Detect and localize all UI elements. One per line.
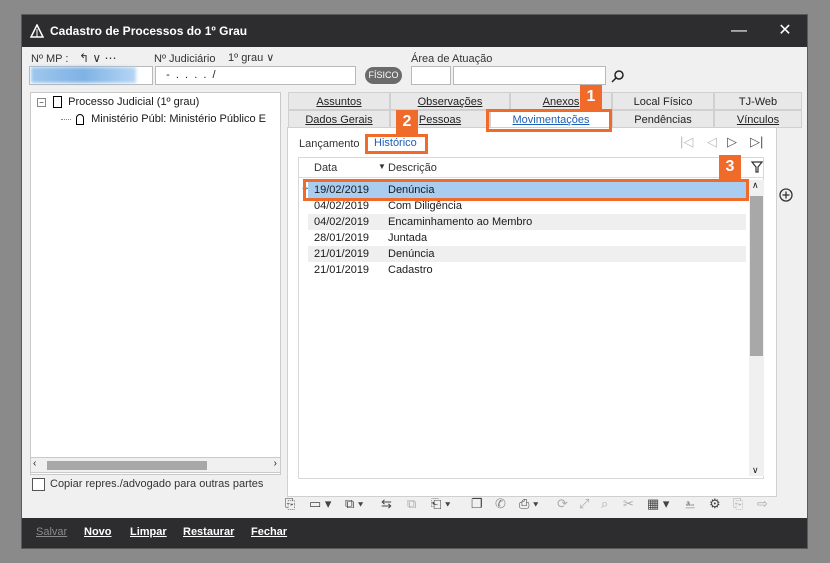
window-title: Cadastro de Processos do 1º Grau: [50, 24, 248, 38]
search-doc-icon[interactable]: ⌕: [601, 496, 608, 512]
grau-select[interactable]: 1º grau ∨: [228, 51, 274, 64]
row-desc: Denúncia: [388, 248, 435, 260]
tab-tj-web[interactable]: TJ-Web: [714, 92, 802, 110]
row-date: 21/01/2019: [314, 248, 370, 260]
search-icon[interactable]: [611, 69, 625, 83]
forward-icon[interactable]: ⇨: [757, 496, 768, 512]
row-desc: Juntada: [388, 232, 428, 244]
action-toolbar: ⎘ ▭ ▾ ⧉ ▾ ⇆ ⧉ ⎗ ▾ ❐ ✆ ⎙ ▾ ⟳ ⤢ ⌕ ✂ ▦ ▾ ⎁ …: [285, 496, 785, 518]
tab-dados-gerais[interactable]: Dados Gerais: [288, 110, 390, 128]
grid-header: Data ▼ Descrição: [299, 158, 763, 178]
scroll-up-icon[interactable]: ∧: [752, 180, 759, 191]
title-bar: Cadastro de Processos do 1º Grau — ✕: [22, 15, 807, 47]
move-icon[interactable]: ⇆: [381, 496, 392, 512]
copy-repres-label: Copiar repres./advogado para outras part…: [50, 478, 264, 490]
tree-root-label: Processo Judicial (1º grau): [68, 96, 200, 108]
bottom-action-bar: Salvar Novo Limpar Restaurar Fechar: [22, 518, 807, 548]
novo-button[interactable]: Novo: [84, 526, 112, 538]
tree-root-node[interactable]: − Processo Judicial (1º grau): [37, 96, 200, 109]
add-page-icon[interactable]: ⎘: [733, 496, 743, 512]
copy-repres-checkbox[interactable]: [32, 478, 45, 491]
tree-connector: [61, 118, 71, 120]
fisico-badge[interactable]: FÍSICO: [365, 67, 402, 84]
sort-desc-icon: ▼: [378, 162, 386, 171]
area-label: Área de Atuação: [411, 53, 493, 65]
minimize-button[interactable]: —: [724, 19, 754, 43]
scroll-thumb[interactable]: [47, 461, 207, 470]
col-data[interactable]: Data: [314, 162, 337, 174]
row-date: 28/01/2019: [314, 232, 370, 244]
table-row[interactable]: 21/01/2019 Cadastro: [308, 262, 746, 278]
process-window: Cadastro de Processos do 1º Grau — ✕ Nº …: [21, 14, 808, 549]
tab-local-fisico[interactable]: Local Físico: [612, 92, 714, 110]
tree-child-node[interactable]: Ministério Públ: Ministério Público E: [61, 113, 266, 125]
attach-icon[interactable]: ✂: [623, 496, 634, 512]
nmp-label: Nº MP :: [31, 53, 69, 65]
nmp-blurred-value: [31, 67, 136, 83]
table-row[interactable]: 21/01/2019 Denúncia: [308, 246, 746, 262]
scroll-right-icon[interactable]: ›: [274, 458, 277, 469]
app-logo-icon: [30, 24, 44, 38]
callout-1-badge: 1: [580, 85, 602, 109]
row-date: 04/02/2019: [314, 216, 370, 228]
callout-2-badge: 2: [396, 110, 418, 134]
sync-icon[interactable]: ⟳: [557, 496, 568, 512]
row-desc: Cadastro: [388, 264, 433, 276]
text-doc-icon[interactable]: ⎁: [685, 496, 695, 512]
limpar-button[interactable]: Limpar: [130, 526, 167, 538]
callout-2-box: [365, 134, 428, 154]
area-code-input[interactable]: [411, 66, 451, 85]
tab-vinculos[interactable]: Vínculos: [714, 110, 802, 128]
grid-vertical-scrollbar[interactable]: ∧ ∨: [749, 180, 764, 476]
row-desc: Encaminhamento ao Membro: [388, 216, 533, 228]
process-tree: − Processo Judicial (1º grau) Ministério…: [30, 92, 281, 475]
fechar-button[interactable]: Fechar: [251, 526, 287, 538]
collapse-icon[interactable]: −: [37, 97, 46, 107]
tab-assuntos[interactable]: Assuntos: [288, 92, 390, 110]
calendar-dropdown-icon[interactable]: ▦ ▾: [647, 496, 669, 512]
scroll-thumb[interactable]: [750, 196, 763, 356]
expand-icon[interactable]: ⤢: [579, 496, 589, 512]
next-record-icon[interactable]: ▷: [727, 134, 737, 150]
print-dropdown-icon[interactable]: ⎙ ▾: [519, 496, 538, 512]
duplicate-icon[interactable]: ❐: [471, 496, 483, 512]
document-icon: [53, 96, 63, 109]
area-name-input[interactable]: [453, 66, 606, 85]
judiciario-label: Nº Judiciário: [154, 53, 216, 65]
nmp-controls[interactable]: ↰ ∨ ⋯: [79, 51, 117, 65]
window-dropdown-icon[interactable]: ▭ ▾: [309, 496, 331, 512]
callout-3-badge: 3: [719, 155, 741, 179]
scroll-left-icon[interactable]: ‹: [33, 458, 36, 469]
last-record-icon[interactable]: ▷|: [750, 134, 763, 150]
restaurar-button[interactable]: Restaurar: [183, 526, 234, 538]
col-descricao[interactable]: Descrição: [388, 162, 437, 174]
filter-icon[interactable]: [751, 161, 764, 174]
add-circle-icon[interactable]: [779, 188, 793, 202]
settings-doc-icon[interactable]: ⚙: [709, 496, 721, 512]
close-button[interactable]: ✕: [770, 19, 800, 43]
export-dropdown-icon[interactable]: ⎗ ▾: [431, 496, 450, 512]
callout-1-box: [486, 109, 612, 132]
salvar-button[interactable]: Salvar: [36, 526, 67, 538]
subtab-lancamento[interactable]: Lançamento: [299, 138, 360, 150]
callout-3-box: [303, 179, 749, 201]
scroll-down-icon[interactable]: ∨: [752, 465, 759, 476]
judiciario-input[interactable]: - . . . . /: [155, 66, 356, 85]
tree-horizontal-scrollbar[interactable]: ‹ ›: [30, 457, 281, 473]
tree-dropdown-icon[interactable]: ⧉ ▾: [345, 496, 363, 512]
table-row[interactable]: 04/02/2019 Encaminhamento ao Membro: [308, 214, 746, 230]
copy-tree-icon[interactable]: ⧉: [407, 496, 416, 512]
tab-observacoes[interactable]: Observações: [390, 92, 510, 110]
person-icon: [76, 113, 85, 125]
tab-pendencias[interactable]: Pendências: [612, 110, 714, 128]
prev-record-icon[interactable]: ◁: [707, 134, 717, 150]
row-date: 21/01/2019: [314, 264, 370, 276]
historico-grid: Data ▼ Descrição → 19/02/2019 Denúncia 0…: [298, 157, 764, 479]
tree-child-label: Ministério Públ: Ministério Público E: [91, 113, 266, 125]
add-document-icon[interactable]: ⎘: [285, 496, 295, 512]
phone-icon[interactable]: ✆: [495, 496, 506, 512]
table-row[interactable]: 28/01/2019 Juntada: [308, 230, 746, 246]
first-record-icon[interactable]: |◁: [680, 134, 693, 150]
